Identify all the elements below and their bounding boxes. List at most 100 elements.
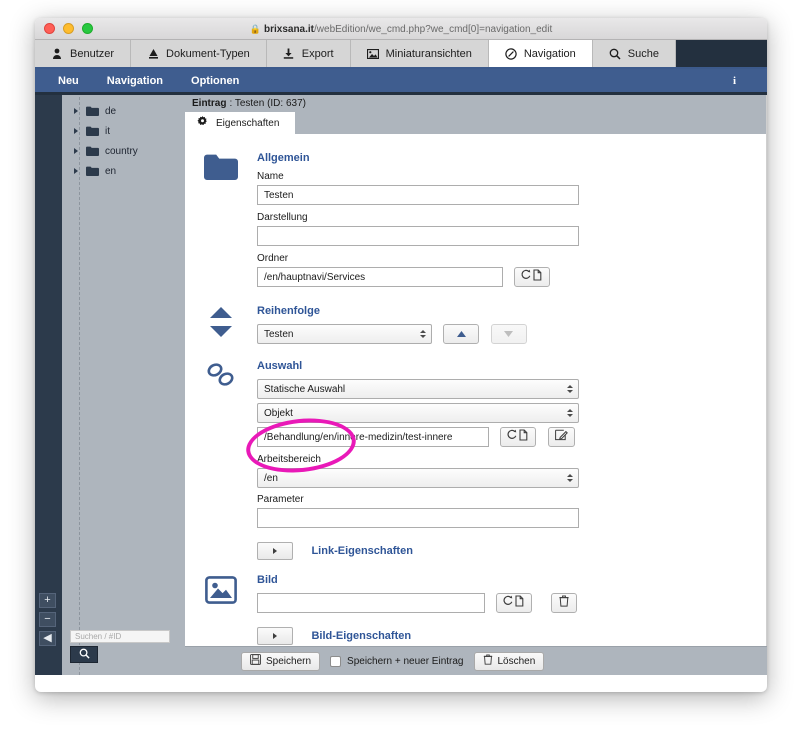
link-eigenschaften-fields: Link-Eigenschaften (257, 542, 767, 560)
browser-window: 🔒 brixsana.it /webEdition/we_cmd.php?we_… (35, 18, 767, 692)
chevron-right-icon[interactable] (74, 148, 78, 154)
menu-item-optionen[interactable]: Optionen (177, 75, 253, 87)
bild-delete-button[interactable] (550, 593, 577, 614)
ordner-input[interactable]: /en/hauptnavi/Services (257, 267, 503, 287)
user-icon (51, 48, 63, 60)
reihenfolge-select-value: Testen (264, 329, 294, 340)
arbeitsbereich-select[interactable]: /en (257, 468, 579, 488)
minus-icon[interactable]: − (39, 612, 56, 627)
chevron-right-icon[interactable] (74, 168, 78, 174)
arbeitsbereich-value: /en (264, 473, 278, 484)
url-host: brixsana.it (263, 23, 315, 35)
chevron-updown-icon (567, 409, 573, 417)
tree-item-it[interactable]: it (62, 121, 185, 141)
menu-item-navigation[interactable]: Navigation (93, 75, 177, 87)
url-path: /webEdition/we_cmd.php?we_cmd[0]=navigat… (314, 23, 553, 35)
entry-title: : Testen (ID: 637) (229, 98, 306, 109)
save-and-new-checkbox-wrap[interactable]: Speichern + neuer Eintrag (330, 655, 464, 667)
section-auswahl: Auswahl Statische Auswahl Objekt /Behand… (185, 360, 767, 528)
tree-item-country[interactable]: country (62, 141, 185, 161)
left-rail: + − ◀ (35, 95, 62, 675)
entry-header: Eintrag: Testen (ID: 637) (185, 95, 767, 112)
auswahl-type-value: Statische Auswahl (264, 384, 346, 395)
section-icon-gutter (185, 360, 257, 528)
move-down-button[interactable] (490, 324, 527, 344)
auswahl-type-select[interactable]: Statische Auswahl (257, 379, 579, 399)
app-body: + − ◀ de it country en Suchen / #ID Eint… (35, 95, 767, 675)
reihenfolge-select[interactable]: Testen (257, 324, 432, 344)
auswahl-browse-button[interactable] (500, 427, 537, 447)
footer-action-bar: Speichern Speichern + neuer Eintrag Lösc… (185, 646, 767, 675)
darstellung-input[interactable] (257, 226, 579, 246)
tab-benutzer[interactable]: Benutzer (35, 40, 132, 67)
bild-eigenschaften-expander[interactable] (257, 627, 293, 646)
parameter-input[interactable] (257, 508, 579, 528)
auswahl-edit-button[interactable] (547, 427, 575, 447)
save-and-new-label: Speichern + neuer Eintrag (347, 655, 464, 667)
search-icon (609, 48, 621, 60)
name-input[interactable]: Testen (257, 185, 579, 205)
tab-navigation[interactable]: Navigation (488, 40, 593, 67)
save-and-new-checkbox[interactable] (330, 655, 342, 667)
tab-miniaturansichten[interactable]: Miniaturansichten (350, 40, 489, 67)
image-icon (205, 576, 237, 613)
main-content: Eintrag: Testen (ID: 637) Eigenschaften (185, 95, 767, 675)
link-eigenschaften-label: Link-Eigenschaften (311, 545, 413, 557)
gear-icon (197, 116, 208, 130)
plus-icon[interactable]: + (39, 593, 56, 608)
tab-dokument-typen[interactable]: Dokument-Typen (131, 40, 267, 67)
ordner-browse-button[interactable] (514, 267, 551, 287)
properties-form: Allgemein Name Testen Darstellung Ordner… (185, 134, 767, 646)
search-input[interactable]: Suchen / #ID (70, 630, 170, 643)
save-button[interactable]: Speichern (241, 651, 321, 671)
auswahl-target-value: Objekt (264, 408, 293, 419)
folder-icon (204, 154, 238, 287)
tab-suche[interactable]: Suche (592, 40, 676, 67)
name-label: Name (257, 171, 284, 182)
tab-label: Export (301, 47, 334, 60)
tree-item-label: en (105, 165, 117, 177)
edit-pencil-icon (555, 428, 568, 446)
collapse-left-icon[interactable]: ◀ (39, 631, 56, 646)
bild-input[interactable] (257, 593, 485, 614)
tab-export[interactable]: Export (266, 40, 351, 67)
section-title: Auswahl (257, 360, 303, 372)
section-allgemein: Allgemein Name Testen Darstellung Ordner… (185, 152, 767, 287)
auswahl-path-input[interactable]: /Behandlung/en/innere-medizin/test-inner… (257, 427, 489, 447)
search-button[interactable] (70, 646, 98, 663)
ordner-label: Ordner (257, 253, 289, 264)
bild-eigenschaften-fields: Bild-Eigenschaften (257, 627, 767, 646)
menu-item-neu[interactable]: Neu (44, 75, 93, 87)
allgemein-fields: Allgemein Name Testen Darstellung Ordner… (257, 152, 767, 287)
folder-icon (86, 166, 99, 176)
info-icon[interactable]: i (733, 75, 736, 87)
auswahl-target-select[interactable]: Objekt (257, 403, 579, 423)
tree-item-de[interactable]: de (62, 101, 185, 121)
entry-prefix: Eintrag (192, 98, 227, 109)
arrow-down-icon (503, 325, 514, 343)
export-icon (283, 48, 295, 60)
section-icon-gutter (185, 152, 257, 287)
tab-label: Dokument-Typen (166, 47, 250, 60)
delete-button[interactable]: Löschen (473, 651, 545, 671)
tab-label: Benutzer (70, 47, 115, 60)
move-up-button[interactable] (443, 324, 480, 344)
section-link-eigenschaften: Link-Eigenschaften (185, 542, 767, 560)
tree-item-label: it (105, 125, 110, 137)
folder-icon (86, 146, 99, 156)
auswahl-fields: Auswahl Statische Auswahl Objekt /Behand… (257, 360, 767, 528)
tree-item-en[interactable]: en (62, 161, 185, 181)
address-bar[interactable]: 🔒 brixsana.it /webEdition/we_cmd.php?we_… (35, 18, 767, 40)
module-tab-bar: Benutzer Dokument-Typen Export Miniatura… (35, 40, 767, 69)
magnifier-icon (79, 646, 90, 664)
arrow-up-icon (456, 325, 467, 343)
chevron-right-icon[interactable] (74, 108, 78, 114)
title-bar: 🔒 brixsana.it /webEdition/we_cmd.php?we_… (35, 18, 767, 40)
bild-browse-button[interactable] (496, 593, 533, 614)
chevron-updown-icon (420, 330, 426, 338)
chevron-right-icon[interactable] (74, 128, 78, 134)
save-disk-icon (250, 654, 261, 668)
tab-eigenschaften[interactable]: Eigenschaften (185, 112, 296, 134)
reihenfolge-fields: Reihenfolge Testen (257, 305, 767, 344)
link-eigenschaften-expander[interactable] (257, 542, 293, 560)
